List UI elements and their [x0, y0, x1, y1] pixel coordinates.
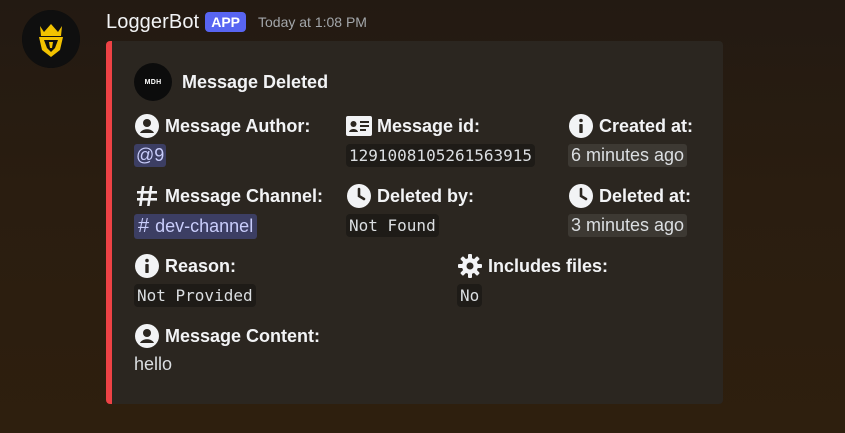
- field-deleted-at: Deleted at: 3 minutes ago: [568, 183, 691, 237]
- includes-files-value: No: [457, 284, 483, 307]
- field-message-author: Message Author: @9: [134, 113, 310, 167]
- field-message-content: Message Content: hello: [134, 323, 320, 375]
- log-embed: MDH Message Deleted Message Author: @9 M…: [106, 41, 723, 404]
- message-content-value: hello: [134, 354, 173, 374]
- channel-mention[interactable]: # dev-channel: [134, 214, 258, 239]
- author-icon: MDH: [134, 63, 172, 101]
- deleted-at-value: 3 minutes ago: [568, 214, 688, 237]
- embed-title: Message Deleted: [182, 71, 329, 92]
- channel-hash-icon: #: [138, 215, 150, 237]
- field-message-id: Message id: 1291008105261563915: [346, 113, 536, 167]
- field-label: Message Channel:: [165, 185, 324, 206]
- user-mention[interactable]: @9: [134, 144, 167, 167]
- message-timestamp: Today at 1:08 PM: [258, 14, 367, 30]
- field-label: Message id:: [377, 115, 481, 136]
- channel-name: dev-channel: [155, 216, 254, 236]
- id-card-icon: [346, 113, 372, 139]
- created-at-value: 6 minutes ago: [568, 144, 688, 167]
- clock-icon: [568, 183, 594, 209]
- embed-author: MDH Message Deleted: [134, 63, 328, 101]
- deleted-by-value: Not Found: [346, 214, 439, 237]
- field-label: Deleted by:: [377, 185, 475, 206]
- info-icon: [134, 253, 160, 279]
- hash-icon: [134, 183, 160, 209]
- field-label: Message Content:: [165, 325, 321, 346]
- app-badge: APP: [205, 12, 246, 32]
- field-deleted-by: Deleted by: Not Found: [346, 183, 474, 237]
- field-label: Message Author:: [165, 115, 311, 136]
- message-id-value: 1291008105261563915: [346, 144, 536, 167]
- field-created-at: Created at: 6 minutes ago: [568, 113, 693, 167]
- info-icon: [568, 113, 594, 139]
- field-label: Reason:: [165, 255, 237, 276]
- field-label: Includes files:: [488, 255, 609, 276]
- gear-icon: [457, 253, 483, 279]
- field-label: Created at:: [599, 115, 694, 136]
- crown-logo-icon: [22, 10, 80, 68]
- message-header: LoggerBot APP Today at 1:08 PM: [106, 8, 367, 36]
- clock-icon: [346, 183, 372, 209]
- user-icon: [134, 323, 160, 349]
- username[interactable]: LoggerBot: [106, 11, 199, 34]
- field-reason: Reason: Not Provided: [134, 253, 256, 307]
- reason-value: Not Provided: [134, 284, 256, 307]
- field-label: Deleted at:: [599, 185, 692, 206]
- field-message-channel: Message Channel: # dev-channel: [134, 183, 323, 239]
- user-icon: [134, 113, 160, 139]
- field-includes-files: Includes files: No: [457, 253, 608, 307]
- bot-avatar[interactable]: [22, 10, 80, 68]
